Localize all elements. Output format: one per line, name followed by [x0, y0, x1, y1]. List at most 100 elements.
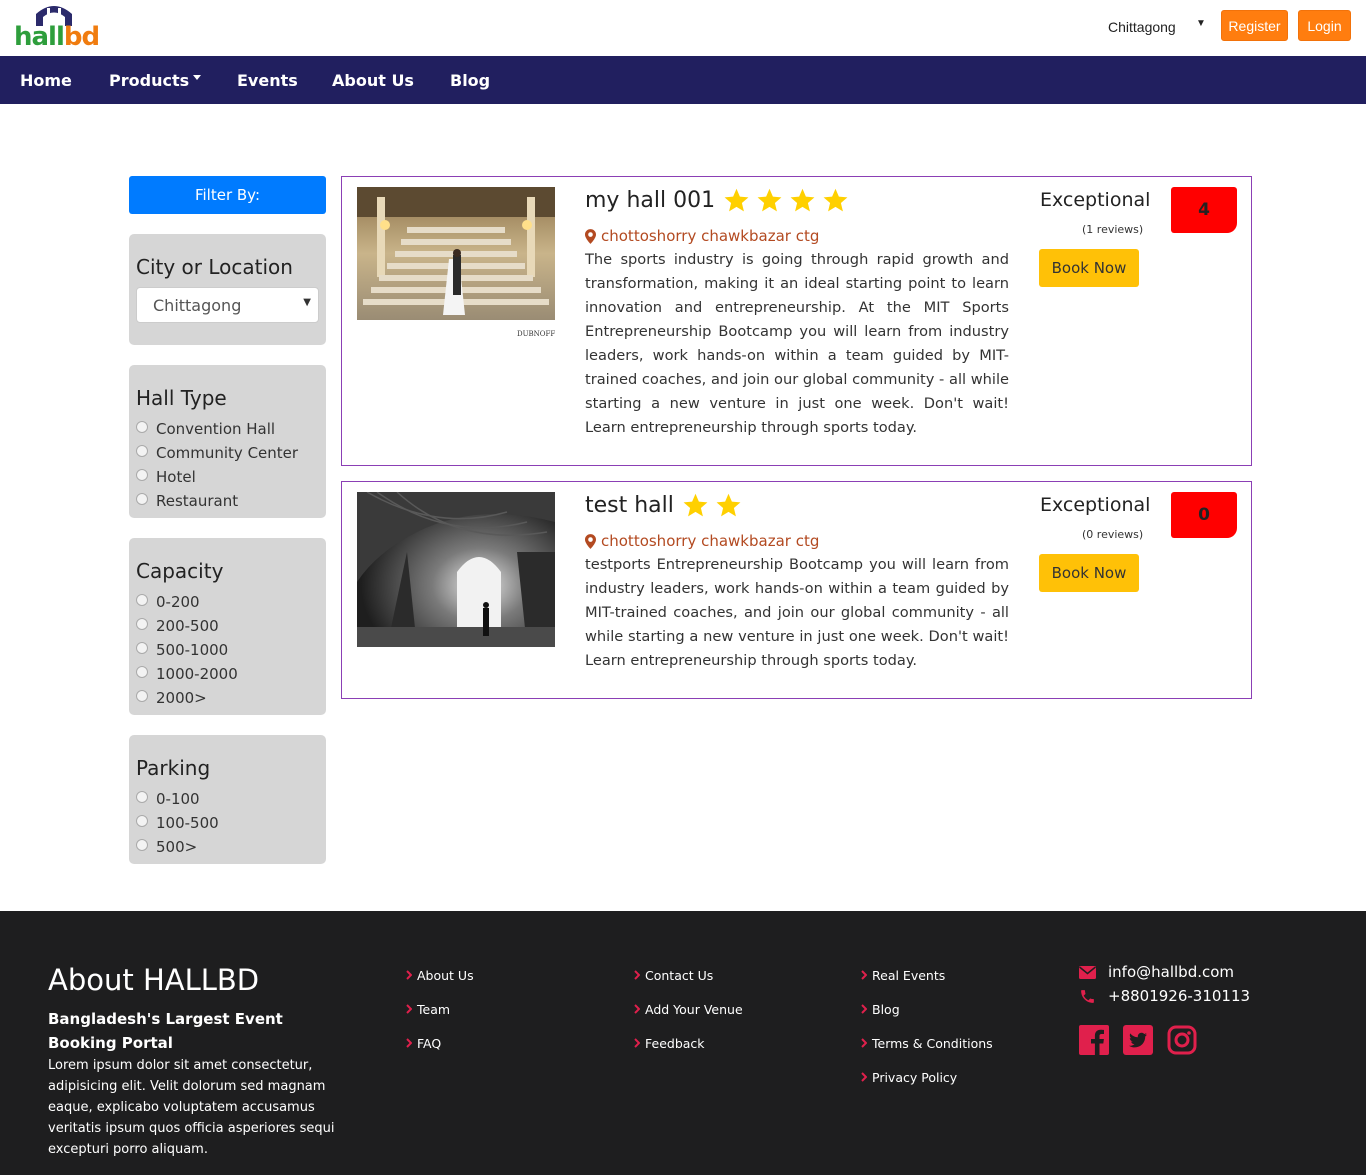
footer-link-faq[interactable]: FAQ [406, 1034, 441, 1052]
hall-card: test hall chottoshorry chawkbazar ctg te… [341, 481, 1252, 699]
hall-type-filter-panel: Hall Type Convention Hall Community Cent… [129, 365, 326, 518]
footer-link-label: Add Your Venue [645, 1001, 743, 1017]
radio-button[interactable] [136, 690, 148, 702]
footer-link-label: Feedback [645, 1035, 705, 1051]
radio-button[interactable] [136, 421, 148, 433]
footer-link-about-us[interactable]: About Us [406, 966, 474, 984]
footer-link-feedback[interactable]: Feedback [634, 1034, 705, 1052]
capacity-option[interactable]: 200-500 [136, 615, 219, 637]
star-icon [757, 188, 782, 212]
filter-by-button[interactable]: Filter By: [129, 176, 326, 214]
hall-description: testports Entrepreneurship Bootcamp you … [585, 556, 1009, 669]
footer-link-contact-us[interactable]: Contact Us [634, 966, 713, 984]
hall-card: DUBNOFF my hall 001 chottoshorry chawkba… [341, 176, 1252, 466]
option-label: 0-100 [156, 790, 200, 808]
book-now-button[interactable]: Book Now [1039, 554, 1139, 592]
register-button[interactable]: Register [1221, 10, 1288, 41]
footer-link-privacy-policy[interactable]: Privacy Policy [861, 1068, 957, 1086]
score-badge: 0 [1171, 492, 1237, 538]
footer-email[interactable]: info@hallbd.com [1079, 962, 1234, 982]
nav-products[interactable]: Products [109, 56, 202, 104]
footer-link-label: Blog [872, 1001, 900, 1017]
star-rating [723, 187, 855, 214]
option-label: 500-1000 [156, 641, 229, 659]
capacity-option[interactable]: 0-200 [136, 591, 200, 613]
nav-about-us[interactable]: About Us [332, 56, 414, 104]
hall-image[interactable]: DUBNOFF [357, 187, 555, 347]
hall-name-text: test hall [585, 493, 674, 518]
hall-name-text: my hall 001 [585, 188, 716, 213]
parking-filter-title: Parking [136, 756, 211, 780]
capacity-option[interactable]: 1000-2000 [136, 663, 238, 685]
capacity-option[interactable]: 500-1000 [136, 639, 228, 661]
review-count: (1 reviews) [1082, 223, 1144, 236]
footer-phone[interactable]: +8801926-310113 [1079, 986, 1250, 1006]
footer-link-real-events[interactable]: Real Events [861, 966, 945, 984]
footer-link-label: Contact Us [645, 967, 714, 983]
radio-button[interactable] [136, 642, 148, 654]
login-button[interactable]: Login [1298, 10, 1351, 41]
facebook-icon[interactable] [1079, 1025, 1109, 1055]
caret-down-icon: ▼ [303, 297, 311, 308]
hall-location-text: chottoshorry chawkbazar ctg [601, 227, 820, 245]
map-marker-icon [585, 228, 596, 244]
parking-option[interactable]: 500> [136, 836, 197, 858]
hall-type-option[interactable]: Community Center [136, 442, 298, 464]
hall-name[interactable]: test hall [585, 492, 748, 519]
hall-type-option[interactable]: Hotel [136, 466, 196, 488]
phone-icon [1081, 989, 1094, 1003]
footer-link-terms[interactable]: Terms & Conditions [861, 1034, 993, 1052]
capacity-filter-panel: Capacity 0-200 200-500 500-1000 1000-200… [129, 538, 326, 715]
radio-button[interactable] [136, 493, 148, 505]
radio-button[interactable] [136, 839, 148, 851]
footer-about-text: Lorem ipsum dolor sit amet consectetur, … [48, 1058, 335, 1157]
hall-image[interactable] [357, 492, 555, 658]
city-select[interactable]: Chittagong ▼ [136, 287, 319, 323]
star-icon [790, 188, 815, 212]
footer-phone-text: +8801926-310113 [1108, 987, 1251, 1005]
footer-link-label: About Us [417, 967, 474, 983]
nav-products-label: Products [109, 70, 190, 90]
hall-type-option[interactable]: Restaurant [136, 490, 238, 512]
parking-option[interactable]: 0-100 [136, 788, 200, 810]
twitter-icon[interactable] [1123, 1025, 1153, 1055]
nav-events[interactable]: Events [237, 56, 298, 104]
option-label: Hotel [156, 468, 196, 486]
radio-button[interactable] [136, 594, 148, 606]
nav-blog[interactable]: Blog [450, 56, 490, 104]
footer-tagline: Bangladesh's Largest Event Booking Porta… [48, 1010, 283, 1052]
option-label: 2000> [156, 689, 207, 707]
radio-button[interactable] [136, 666, 148, 678]
footer-link-blog[interactable]: Blog [861, 1000, 900, 1018]
instagram-icon[interactable] [1167, 1025, 1197, 1055]
hall-photo-staircase: DUBNOFF [357, 187, 555, 347]
footer-link-label: FAQ [417, 1035, 442, 1051]
chevron-right-icon [861, 1038, 867, 1048]
radio-button[interactable] [136, 445, 148, 457]
chevron-right-icon [406, 970, 412, 980]
parking-option[interactable]: 100-500 [136, 812, 219, 834]
footer-link-add-your-venue[interactable]: Add Your Venue [634, 1000, 743, 1018]
footer-link-team[interactable]: Team [406, 1000, 450, 1018]
logo-text: hallbd [14, 22, 100, 52]
radio-button[interactable] [136, 815, 148, 827]
rating-label: Exceptional [1040, 494, 1151, 516]
book-now-button[interactable]: Book Now [1039, 249, 1139, 287]
footer-title: About HALLBD [48, 963, 260, 997]
hall-name[interactable]: my hall 001 [585, 187, 855, 214]
radio-button[interactable] [136, 618, 148, 630]
radio-button[interactable] [136, 469, 148, 481]
hall-location: chottoshorry chawkbazar ctg [585, 227, 819, 245]
hallbd-logo[interactable]: hallbd [14, 4, 100, 52]
hall-location-text: chottoshorry chawkbazar ctg [601, 532, 820, 550]
star-rating [682, 492, 748, 519]
capacity-option[interactable]: 2000> [136, 687, 207, 709]
nav-home[interactable]: Home [20, 56, 72, 104]
radio-button[interactable] [136, 791, 148, 803]
caret-down-icon [193, 74, 202, 80]
city-dropdown[interactable]: Chittagong ▼ [1108, 14, 1208, 40]
parking-filter-panel: Parking 0-100 100-500 500> [129, 735, 326, 864]
option-label: 0-200 [156, 593, 200, 611]
star-icon [683, 493, 708, 517]
hall-type-option[interactable]: Convention Hall [136, 418, 275, 440]
